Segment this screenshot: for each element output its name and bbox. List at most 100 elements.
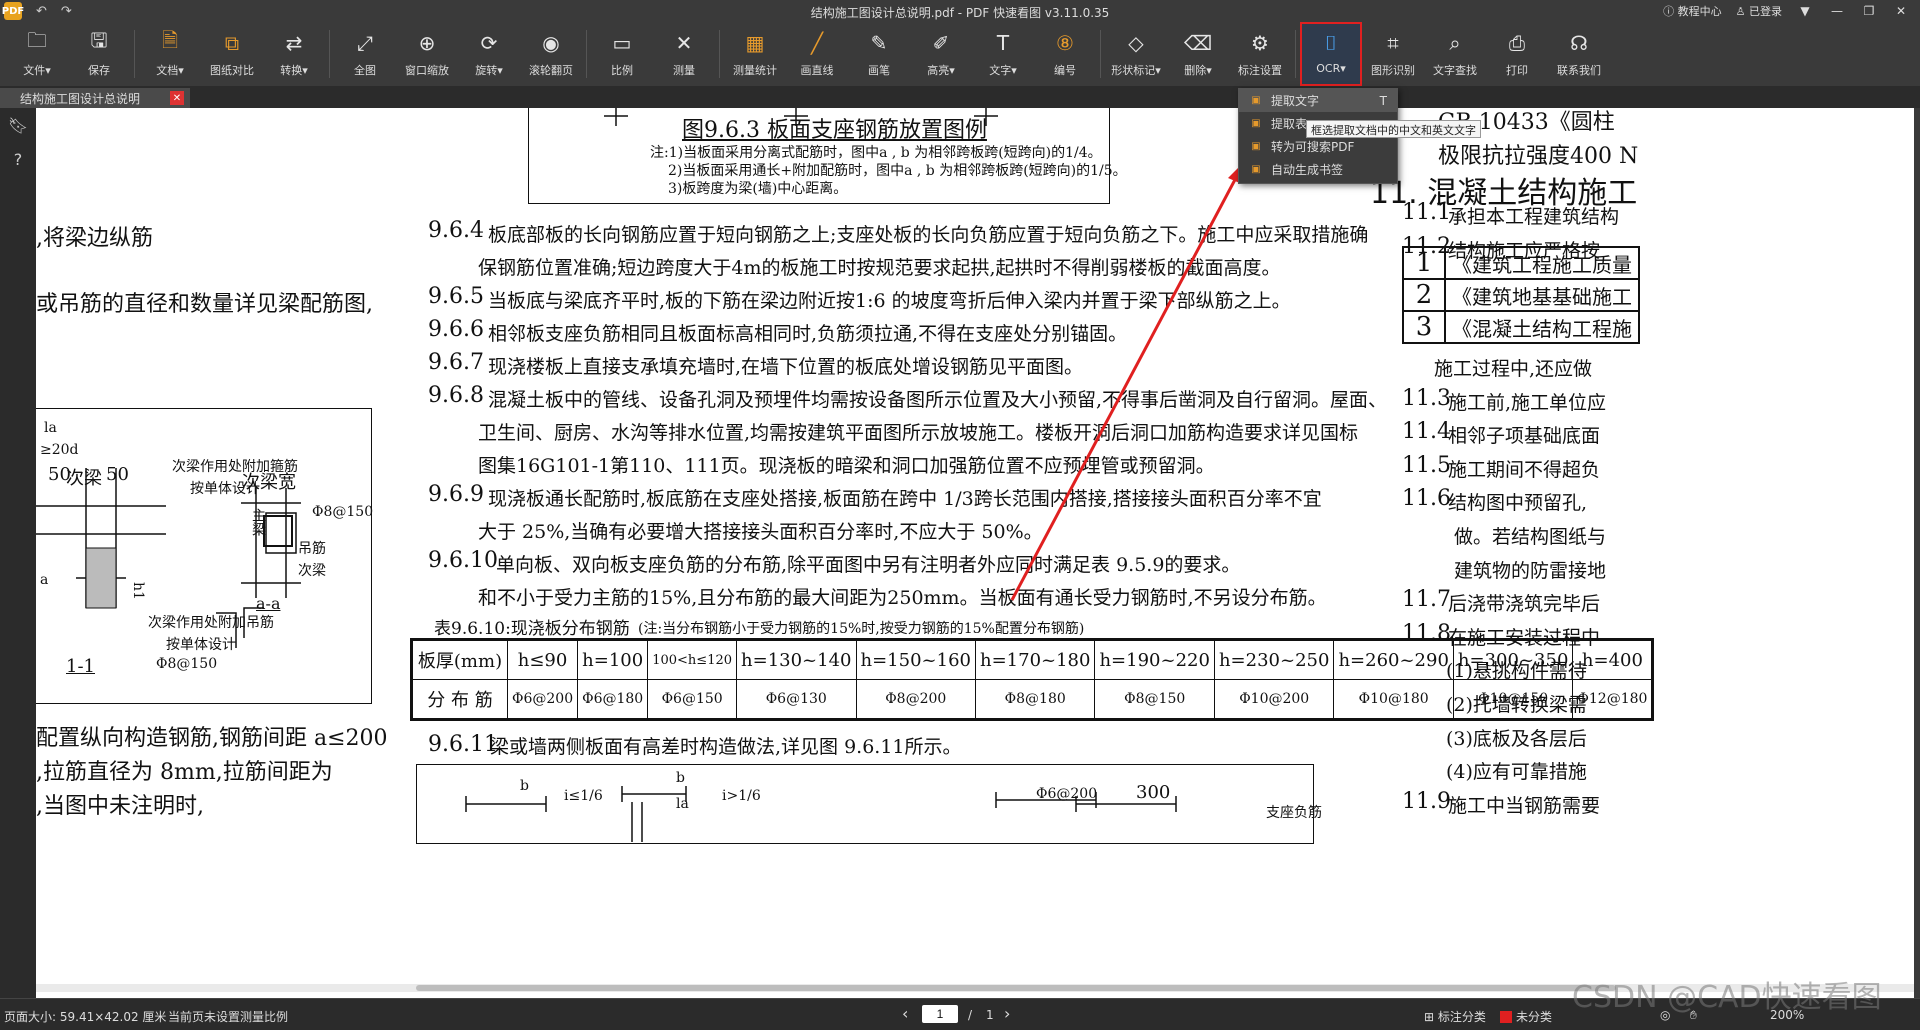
fig-note-2b: 按单体设计 bbox=[166, 637, 236, 653]
right-item-text: 结构图中预留孔, bbox=[1448, 492, 1588, 515]
tool-label: 保存 bbox=[88, 64, 110, 77]
document-tool-button[interactable]: 🗎 文档▾ bbox=[139, 22, 201, 86]
help-center-link[interactable]: ⓘ 教程中心 bbox=[1663, 3, 1722, 19]
paragraph-line: 和不小于受力主筋的15%,且分布筋的最大间距为250mm。当板面有通长受力钢筋时… bbox=[478, 587, 1327, 609]
table-cell: Φ6@180 bbox=[577, 679, 649, 721]
measure-stats-icon: ▦ bbox=[745, 31, 765, 55]
undo-icon[interactable]: ↶ bbox=[36, 4, 47, 19]
horizontal-scroll-thumb[interactable] bbox=[416, 985, 1616, 991]
shape-mark-icon: ◇ bbox=[1128, 31, 1144, 55]
search-tool-button[interactable]: ⌕ 文字查找 bbox=[1424, 22, 1486, 86]
compare-icon: ⧉ bbox=[224, 31, 240, 55]
vertical-scrollbar[interactable] bbox=[1914, 108, 1920, 998]
measure-stats-tool-button[interactable]: ▦ 测量统计 bbox=[724, 22, 786, 86]
eraser-tool-button[interactable]: ⌫ 删除▾ bbox=[1167, 22, 1229, 86]
right-item-text: 建筑物的防雷接地 bbox=[1454, 559, 1607, 582]
restore-icon[interactable]: ❐ bbox=[1860, 4, 1878, 18]
tool-label: 测量统计 bbox=[733, 64, 777, 77]
measure-tool-button[interactable]: ✕ 测量 bbox=[653, 22, 715, 86]
right-item-text: 施工中当钢筋需要 bbox=[1448, 794, 1601, 817]
convert-tool-button[interactable]: ⇄ 转换▾ bbox=[263, 22, 325, 86]
page-separator: / bbox=[968, 1008, 973, 1022]
fig-zhuliang: 主梁 bbox=[250, 508, 266, 536]
zoom-window-icon: ⊕ bbox=[418, 31, 436, 55]
fig9611-i2: i>1/6 bbox=[722, 788, 761, 804]
figure-963-marks bbox=[604, 108, 998, 126]
mouse-icon: ◉ bbox=[542, 31, 560, 55]
menu-icon[interactable]: ▼ bbox=[1796, 4, 1814, 18]
text-tool-button[interactable]: T 文字▾ bbox=[972, 22, 1034, 86]
ocr-tool-button[interactable]: ⌷ OCR▾ bbox=[1300, 22, 1362, 86]
scale-tool-button[interactable]: ▭ 比例 bbox=[591, 22, 653, 86]
paragraph-line: 现浇楼板上直接支承填充墙时,在墙下位置的板底处增设钢筋见平面图。 bbox=[488, 356, 1084, 378]
figure-9611-drawing bbox=[465, 786, 1177, 842]
left-text-3: 配置纵向构造钢筋,钢筋间距 a≤200 bbox=[36, 726, 388, 751]
mouse-tool-button[interactable]: ◉ 滚轮翻页 bbox=[520, 22, 582, 86]
table-header-cell: h=150~160 bbox=[855, 638, 976, 680]
figure-963-note-2: 2)当板面采用通长+附加配筋时，图中a , b 为相邻跨板跨(短跨向)的1/5。 bbox=[668, 163, 1127, 179]
folder-tool-button[interactable]: 🗀 文件▾ bbox=[6, 22, 68, 86]
right-item-text: 施工过程中,还应做 bbox=[1434, 358, 1593, 380]
shape-recognition-tool-button[interactable]: ⌗ 图形识别 bbox=[1362, 22, 1424, 86]
page-number-input[interactable] bbox=[922, 1005, 958, 1023]
para-9611-text: 梁或墙两侧板面有高差时构造做法,详见图 9.6.11所示。 bbox=[490, 736, 962, 758]
right-item-number: 11.6 bbox=[1402, 486, 1451, 512]
fig-diaojin: 吊筋 bbox=[298, 541, 326, 557]
pdf-document-view[interactable]: 图9.6.3 板面支座钢筋放置图例 注:1)当板面采用分离式配筋时，图中a , … bbox=[36, 108, 1914, 998]
save-tool-button[interactable]: 🖫 保存 bbox=[68, 22, 130, 86]
zoom-window-tool-button[interactable]: ⊕ 窗口缩放 bbox=[396, 22, 458, 86]
shape-mark-tool-button[interactable]: ◇ 形状标记▾ bbox=[1105, 22, 1167, 86]
bookmark-icon[interactable]: 🔖︎ bbox=[0, 108, 36, 142]
table-cell: Φ10@180 bbox=[1333, 679, 1454, 721]
paragraph-number: 9.6.8 bbox=[428, 383, 484, 408]
paragraph-number: 9.6.6 bbox=[428, 317, 484, 342]
prev-page-button[interactable]: ‹ bbox=[902, 1004, 908, 1023]
ocr-menu-item[interactable]: ▣ 转为可搜索PDF bbox=[1239, 135, 1397, 158]
login-status[interactable]: ♙ 已登录 bbox=[1736, 3, 1782, 19]
paragraph-line: 单向板、双向板支座负筋的分布筋,除平面图中另有注明者外应同时满足表 9.5.9的… bbox=[496, 554, 1241, 576]
tool-label: 文字查找 bbox=[1433, 64, 1477, 77]
redo-icon[interactable]: ↷ bbox=[61, 4, 72, 19]
right-item-text: (2)托墙转换梁需 bbox=[1446, 694, 1587, 716]
main-toolbar: 🗀 文件▾ 🖫 保存 🗎 文档▾ ⧉ 图纸对比 ⇄ 转换▾ ⤢ 全图 ⊕ 窗口缩放 ⟳ 旋转▾ ◉ 滚轮翻页 ▭ 比例… bbox=[0, 22, 1920, 86]
annotation-class-button[interactable]: ⊞ 标注分类 bbox=[1424, 1008, 1486, 1025]
right-item-number: 11.3 bbox=[1402, 385, 1451, 411]
tool-label: 测量 bbox=[673, 64, 695, 77]
help-icon[interactable]: ? bbox=[0, 142, 36, 176]
text-icon: T bbox=[996, 31, 1010, 55]
toolbar-separator bbox=[719, 30, 720, 78]
fig-section-11: 1-1 bbox=[66, 656, 95, 677]
annotation-settings-tool-button[interactable]: ⚙ 标注设置 bbox=[1229, 22, 1291, 86]
highlight-tool-button[interactable]: ✐ 高亮▾ bbox=[910, 22, 972, 86]
right-item-text: 相邻子项基础底面 bbox=[1448, 425, 1601, 448]
close-icon[interactable]: ✕ bbox=[1892, 4, 1910, 18]
paragraph-line: 混凝土板中的管线、设备孔洞及预埋件均需按设备图所示位置及大小预留,不得事后凿洞及… bbox=[488, 389, 1388, 411]
left-text-5: ,当图中未注明时, bbox=[36, 794, 204, 819]
compare-tool-button[interactable]: ⧉ 图纸对比 bbox=[201, 22, 263, 86]
next-page-button[interactable]: › bbox=[1004, 1004, 1010, 1023]
rotate-tool-button[interactable]: ⟳ 旋转▾ bbox=[458, 22, 520, 86]
ocr-menu-item[interactable]: ▣ 提取文字 T bbox=[1239, 89, 1397, 112]
category-select[interactable]: 未分类 bbox=[1500, 1008, 1552, 1025]
right-item-text: 后浇带浇筑完毕后 bbox=[1448, 593, 1601, 616]
paragraph-line: 板底部板的长向钢筋应置于短向钢筋之上;支座处板的长向负筋应置于短向负筋之下。施工… bbox=[488, 224, 1369, 246]
headset-tool-button[interactable]: ☊ 联系我们 bbox=[1548, 22, 1610, 86]
figure-963-note-1: 注:1)当板面采用分离式配筋时，图中a , b 为相邻跨板跨(短跨向)的1/4。 bbox=[650, 145, 1102, 161]
page-size-text: 页面大小: 59.41×42.02 厘米 bbox=[4, 1010, 167, 1024]
standards-list-table: 1 《建筑工程施工质量 2 《建筑地基基础施工 3 《混凝土结构工程施 bbox=[1402, 246, 1640, 344]
table-cell: Φ6@130 bbox=[736, 679, 857, 721]
tab-close-icon[interactable]: ✕ bbox=[170, 91, 184, 105]
fig-ciliang2: 次梁 bbox=[298, 563, 326, 579]
fit-tool-button[interactable]: ⤢ 全图 bbox=[334, 22, 396, 86]
standards-index: 2 bbox=[1402, 278, 1446, 312]
line-tool-button[interactable]: ╱ 画直线 bbox=[786, 22, 848, 86]
document-tab[interactable]: 结构施工图设计总说明 ✕ bbox=[0, 88, 190, 108]
ocr-menu-item[interactable]: ▣ 自动生成书签 bbox=[1239, 158, 1397, 181]
pen-tool-button[interactable]: ✎ 画笔 bbox=[848, 22, 910, 86]
number-tool-button[interactable]: ⑧ 编号 bbox=[1034, 22, 1096, 86]
print-tool-button[interactable]: ⎙ 打印 bbox=[1486, 22, 1548, 86]
tool-label: OCR▾ bbox=[1316, 62, 1346, 75]
fig9611-b1: b bbox=[520, 778, 529, 794]
table-header-cell: h=170~180 bbox=[974, 638, 1096, 680]
minimize-icon[interactable]: — bbox=[1828, 4, 1846, 18]
